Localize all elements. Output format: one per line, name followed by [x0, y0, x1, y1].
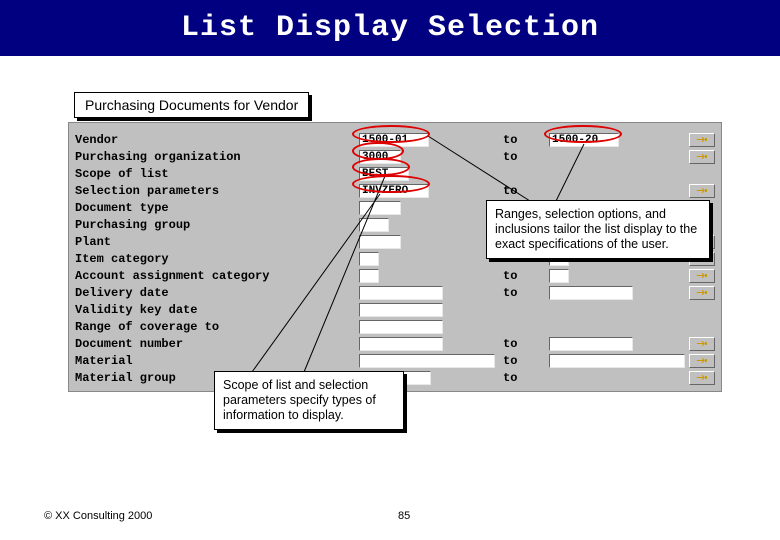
to-label: to	[503, 371, 517, 385]
field-label: Validity key date	[75, 303, 197, 317]
input-to[interactable]	[549, 337, 633, 351]
input-from[interactable]	[359, 235, 401, 249]
input-to[interactable]	[549, 286, 633, 300]
multi-select-button[interactable]	[689, 184, 715, 198]
field-label: Document number	[75, 337, 183, 351]
input-from[interactable]	[359, 303, 443, 317]
field-label: Delivery date	[75, 286, 169, 300]
field-label: Purchasing organization	[75, 150, 241, 164]
arrow-right-icon	[696, 135, 708, 144]
callout-ranges: Ranges, selection options, and inclusion…	[486, 200, 710, 259]
input-from[interactable]: 1500-01	[359, 133, 429, 147]
callout-text: Ranges, selection options, and inclusion…	[495, 207, 697, 251]
input-from[interactable]	[359, 354, 495, 368]
input-from[interactable]: 3000	[359, 150, 401, 164]
arrow-right-icon	[696, 152, 708, 161]
input-from[interactable]	[359, 252, 379, 266]
field-label: Plant	[75, 235, 111, 249]
arrow-right-icon	[696, 373, 708, 382]
arrow-right-icon	[696, 339, 708, 348]
arrow-right-icon	[696, 186, 708, 195]
multi-select-button[interactable]	[689, 150, 715, 164]
to-label: to	[503, 354, 517, 368]
field-label: Scope of list	[75, 167, 169, 181]
input-from[interactable]	[359, 201, 401, 215]
form-row: Vendor 1500-01 to 1500-20	[69, 131, 721, 148]
input-from[interactable]	[359, 269, 379, 283]
field-label: Material group	[75, 371, 176, 385]
input-from[interactable]: INVZERO	[359, 184, 429, 198]
form-row: Range of coverage to	[69, 318, 721, 335]
form-row: Purchasing organization 3000 to	[69, 148, 721, 165]
form-row: Delivery date to	[69, 284, 721, 301]
title-bar: List Display Selection	[0, 0, 780, 56]
field-label: Item category	[75, 252, 169, 266]
multi-select-button[interactable]	[689, 269, 715, 283]
to-label: to	[503, 269, 517, 283]
multi-select-button[interactable]	[689, 337, 715, 351]
window-title: Purchasing Documents for Vendor	[74, 92, 309, 118]
form-row: Validity key date	[69, 301, 721, 318]
arrow-right-icon	[696, 356, 708, 365]
multi-select-button[interactable]	[689, 371, 715, 385]
input-from[interactable]	[359, 286, 443, 300]
field-label: Account assignment category	[75, 269, 269, 283]
footer-copyright: © XX Consulting 2000	[44, 510, 152, 522]
input-to[interactable]	[549, 354, 685, 368]
form-row: Material to	[69, 352, 721, 369]
field-label: Purchasing group	[75, 218, 190, 232]
input-from[interactable]	[359, 320, 443, 334]
arrow-right-icon	[696, 271, 708, 280]
field-label: Vendor	[75, 133, 118, 147]
field-label: Document type	[75, 201, 169, 215]
footer-page-number: 85	[398, 510, 410, 522]
to-label: to	[503, 184, 517, 198]
field-label: Range of coverage to	[75, 320, 219, 334]
form-row: Selection parameters INVZERO to	[69, 182, 721, 199]
multi-select-button[interactable]	[689, 354, 715, 368]
to-label: to	[503, 286, 517, 300]
input-to[interactable]	[549, 269, 569, 283]
form-row: Account assignment category to	[69, 267, 721, 284]
input-from[interactable]: BEST	[359, 167, 409, 181]
field-label: Selection parameters	[75, 184, 219, 198]
input-from[interactable]	[359, 337, 443, 351]
field-label: Material	[75, 354, 133, 368]
input-from[interactable]	[359, 218, 389, 232]
multi-select-button[interactable]	[689, 286, 715, 300]
form-row: Document number to	[69, 335, 721, 352]
form-row: Scope of list BEST	[69, 165, 721, 182]
input-to[interactable]: 1500-20	[549, 133, 619, 147]
page-title: List Display Selection	[181, 11, 599, 45]
multi-select-button[interactable]	[689, 133, 715, 147]
to-label: to	[503, 337, 517, 351]
callout-scope: Scope of list and selection parameters s…	[214, 371, 404, 430]
callout-text: Scope of list and selection parameters s…	[223, 378, 376, 422]
to-label: to	[503, 133, 517, 147]
arrow-right-icon	[696, 288, 708, 297]
to-label: to	[503, 150, 517, 164]
